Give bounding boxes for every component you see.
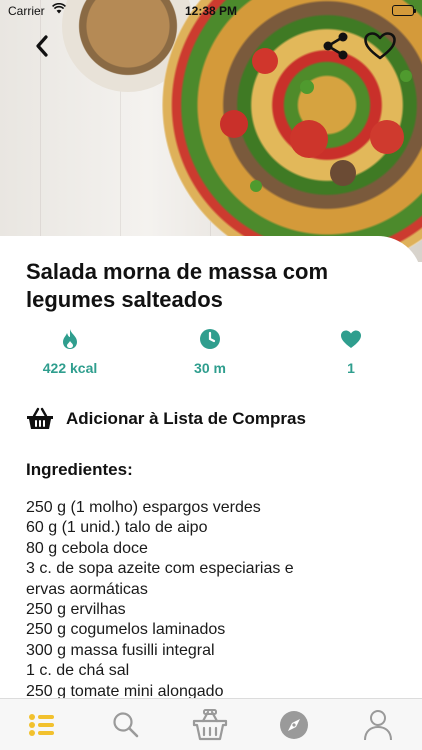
tab-shopping-list[interactable] — [168, 699, 252, 750]
pea — [400, 70, 412, 82]
battery-icon — [392, 5, 416, 16]
add-to-shopping-list-button[interactable]: Adicionar à Lista de Compras — [26, 404, 306, 434]
heart-outline-icon — [364, 32, 396, 60]
pea — [250, 180, 262, 192]
ingredients-title: Ingredientes: — [26, 460, 133, 479]
recipe-hero-image — [0, 0, 422, 262]
ingredient-item: 300 g massa fusilli integral — [26, 641, 215, 659]
basket-icon — [27, 407, 53, 429]
tomato-slice — [370, 120, 404, 154]
tab-recipes[interactable] — [0, 699, 84, 750]
compass-icon — [280, 711, 308, 739]
mushroom-slice — [330, 160, 356, 186]
basket-icon — [192, 709, 228, 741]
share-button[interactable] — [320, 30, 352, 62]
tomato-slice — [220, 110, 248, 138]
recipe-card: Salada morna de massa com legumes saltea… — [0, 236, 422, 706]
ingredient-item: 3 c. de sopa azeite com especiarias e — [26, 560, 294, 578]
heart-icon — [341, 330, 361, 348]
profile-icon — [364, 710, 392, 741]
tab-search[interactable] — [84, 699, 168, 750]
tab-profile[interactable] — [336, 699, 420, 750]
back-button[interactable] — [28, 32, 56, 60]
likes-value: 1 — [347, 360, 355, 376]
share-icon — [323, 32, 348, 60]
tab-explore[interactable] — [252, 699, 336, 750]
chevron-left-icon — [36, 35, 48, 57]
tab-bar — [0, 698, 422, 750]
calories-stat: 422 kcal — [20, 328, 120, 376]
ingredient-item: 250 g ervilhas — [26, 601, 126, 619]
pea — [300, 80, 314, 94]
calories-value: 422 kcal — [42, 360, 98, 376]
tomato-slice — [252, 48, 278, 74]
ingredient-item: 250 g (1 molho) espargos verdes — [26, 499, 261, 516]
status-bar: Carrier 12:38 PM — [0, 0, 422, 22]
search-icon — [113, 712, 139, 738]
likes-stat: 1 — [301, 328, 401, 376]
ingredient-item: ervas aormáticas — [26, 580, 148, 598]
clock-icon — [200, 329, 220, 349]
list-icon — [29, 714, 54, 736]
recipe-title: Salada morna de massa com legumes saltea… — [26, 259, 329, 312]
ingredient-item: 60 g (1 unid.) talo de aipo — [26, 519, 208, 537]
time-value: 30 m — [194, 360, 226, 376]
ingredients-list: 250 g (1 molho) espargos verdes 60 g (1 … — [26, 498, 406, 702]
shopping-list-label: Adicionar à Lista de Compras — [66, 409, 306, 428]
flame-icon — [63, 329, 77, 349]
ingredient-item: 1 c. de chá sal — [26, 662, 130, 680]
recipe-stats: 422 kcal 30 m 1 — [0, 328, 422, 378]
ingredient-item: 80 g cebola doce — [26, 539, 148, 557]
favorite-button[interactable] — [362, 30, 398, 62]
clock-time: 12:38 PM — [184, 4, 238, 18]
time-stat: 30 m — [160, 328, 260, 376]
tomato-slice — [290, 120, 328, 158]
ingredient-item: 250 g cogumelos laminados — [26, 621, 226, 639]
